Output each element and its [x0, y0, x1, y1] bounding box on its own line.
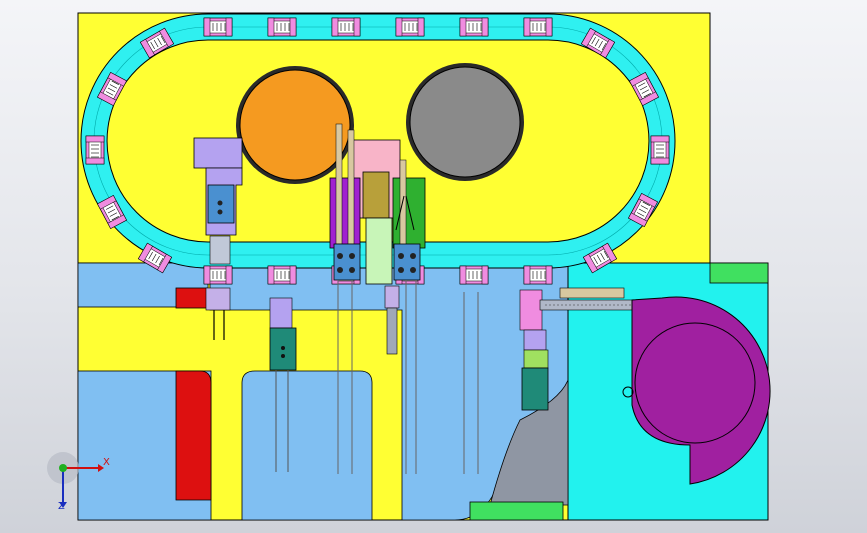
gray-drum[interactable] [406, 63, 524, 181]
cad-viewport[interactable]: X Z [0, 0, 867, 533]
axis-z-label: Z [58, 501, 65, 512]
center-gripper[interactable] [384, 285, 400, 355]
assembly-drawing[interactable] [0, 0, 867, 533]
base-plate-lower [77, 262, 569, 521]
axis-x-label: X [103, 457, 110, 468]
